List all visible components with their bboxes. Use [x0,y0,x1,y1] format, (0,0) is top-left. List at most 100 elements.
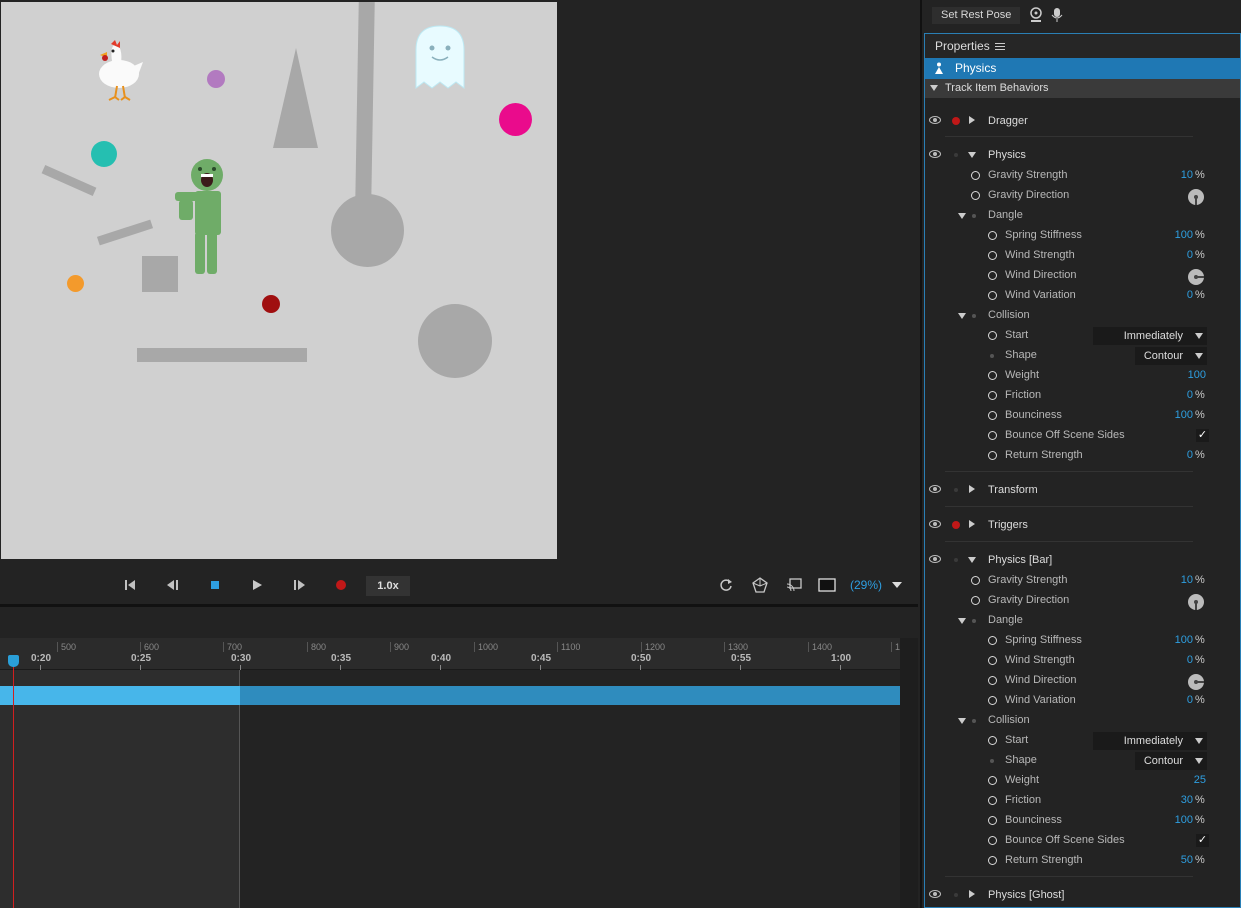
prop-dangle[interactable]: Dangle [925,206,1240,226]
direction-dial-icon[interactable] [1187,268,1205,286]
record-dot-icon[interactable] [954,153,958,157]
keyframe-ring-icon[interactable] [988,431,997,440]
prop-start[interactable]: Start Immediately [925,326,1240,346]
prop-spring-stiffness[interactable]: Spring Stiffness 100% [925,226,1240,246]
eye-icon[interactable] [929,115,941,125]
expand-arrow-icon[interactable] [969,520,975,528]
keyframe-ring-icon[interactable] [988,251,997,260]
record-dot-icon[interactable] [954,488,958,492]
prop-value[interactable]: 100 [1155,369,1206,381]
time-ruler[interactable]: 500 600 700 800 900 1000 1100 1200 1300 … [0,638,905,670]
prop-wind-direction[interactable]: Wind Direction [925,671,1240,691]
record-button[interactable] [330,575,352,595]
pendulum-ball[interactable] [331,194,404,267]
collapse-arrow-icon[interactable] [958,618,966,624]
track-work-segment[interactable] [0,686,240,705]
behavior-dragger[interactable]: Dragger [925,110,1240,132]
play-button[interactable] [246,575,268,595]
keyframe-ring-icon[interactable] [988,696,997,705]
keyframe-ring-icon[interactable] [971,596,980,605]
prop-dropdown[interactable]: Contour [1135,347,1207,365]
selected-puppet-row[interactable]: Physics [925,58,1240,79]
prop-value[interactable]: 100 [1145,229,1193,241]
prop-value[interactable]: 0 [1145,654,1193,666]
step-back-button[interactable] [162,575,184,595]
set-rest-pose-button[interactable]: Set Rest Pose [932,7,1021,24]
keyframe-ring-icon[interactable] [988,676,997,685]
keyframe-ring-icon[interactable] [988,271,997,280]
behavior-physics[interactable]: Physics [925,144,1240,166]
prop-value[interactable]: 30 [1145,794,1193,806]
keyframe-ring-icon[interactable] [988,391,997,400]
step-forward-button[interactable] [288,575,310,595]
direction-dial-icon[interactable] [1187,593,1205,611]
menu-icon[interactable] [995,43,1005,51]
keyframe-ring-icon[interactable] [988,816,997,825]
hanging-bar[interactable] [355,2,375,203]
physics-view-button[interactable] [749,575,771,595]
eye-icon[interactable] [929,149,941,159]
prop-weight[interactable]: Weight 25 [925,771,1240,791]
prop-return-strength[interactable]: Return Strength 50% [925,851,1240,871]
prop-collision[interactable]: Collision [925,711,1240,731]
prop-wind-strength[interactable]: Wind Strength 0% [925,246,1240,266]
prop-bounciness[interactable]: Bounciness 100% [925,811,1240,831]
behavior-physics-bar[interactable]: Physics [Bar] [925,549,1240,571]
prop-value[interactable]: 100 [1145,634,1193,646]
chicken-puppet[interactable] [89,36,145,104]
keyframe-ring-icon[interactable] [988,371,997,380]
prop-gravity-direction[interactable]: Gravity Direction [925,186,1240,206]
prop-value[interactable]: 0 [1145,449,1193,461]
behavior-transform[interactable]: Transform [925,479,1240,501]
track-item-bar[interactable] [0,686,900,705]
expand-arrow-icon[interactable] [969,485,975,493]
stop-button[interactable] [204,575,226,595]
collapse-arrow-icon[interactable] [958,313,966,319]
prop-start[interactable]: Start Immediately [925,731,1240,751]
keyframe-ring-icon[interactable] [988,856,997,865]
playhead-handle[interactable] [8,655,19,667]
prop-wind-variation[interactable]: Wind Variation 0% [925,691,1240,711]
prop-shape[interactable]: Shape Contour [925,346,1240,366]
expand-arrow-icon[interactable] [969,116,975,124]
prop-value[interactable]: 25 [1155,774,1206,786]
prop-dangle[interactable]: Dangle [925,611,1240,631]
pink-ball[interactable] [499,103,532,136]
prop-value[interactable]: 10 [1145,574,1193,586]
playback-speed[interactable]: 1.0x [366,576,410,596]
prop-friction[interactable]: Friction 0% [925,386,1240,406]
keyframe-ring-icon[interactable] [988,291,997,300]
prop-collision[interactable]: Collision [925,306,1240,326]
frame-toggle-button[interactable] [816,575,838,595]
prop-friction[interactable]: Friction 30% [925,791,1240,811]
prop-gravity-strength[interactable]: Gravity Strength 10% [925,571,1240,591]
prop-wind-direction[interactable]: Wind Direction [925,266,1240,286]
keyframe-ring-icon[interactable] [971,191,980,200]
microphone-icon[interactable] [1051,7,1063,23]
loop-button[interactable] [715,575,737,595]
direction-dial-icon[interactable] [1187,673,1205,691]
keyframe-ring-icon[interactable] [988,451,997,460]
record-dot-icon[interactable] [954,893,958,897]
behavior-physics-ghost[interactable]: Physics [Ghost] [925,884,1240,906]
prop-value[interactable]: 0 [1145,249,1193,261]
prop-value[interactable]: 50 [1145,854,1193,866]
large-ball[interactable] [418,304,492,378]
purple-ball[interactable] [207,70,225,88]
prop-value[interactable]: 100 [1145,409,1193,421]
triangle-shape[interactable] [273,48,319,148]
prop-dropdown[interactable]: Immediately [1093,327,1207,345]
prop-bounce-sides[interactable]: Bounce Off Scene Sides ✓ [925,426,1240,446]
keyframe-ring-icon[interactable] [988,776,997,785]
keyframe-ring-icon[interactable] [988,836,997,845]
keyframe-ring-icon[interactable] [971,576,980,585]
eye-icon[interactable] [929,554,941,564]
collapse-arrow-icon[interactable] [968,152,976,158]
prop-dropdown[interactable]: Contour [1135,752,1207,770]
prop-weight[interactable]: Weight 100 [925,366,1240,386]
eye-icon[interactable] [929,519,941,529]
prop-value[interactable]: 0 [1145,389,1193,401]
prop-wind-variation[interactable]: Wind Variation 0% [925,286,1240,306]
keyframe-ring-icon[interactable] [988,331,997,340]
record-dot-icon[interactable] [952,521,960,529]
